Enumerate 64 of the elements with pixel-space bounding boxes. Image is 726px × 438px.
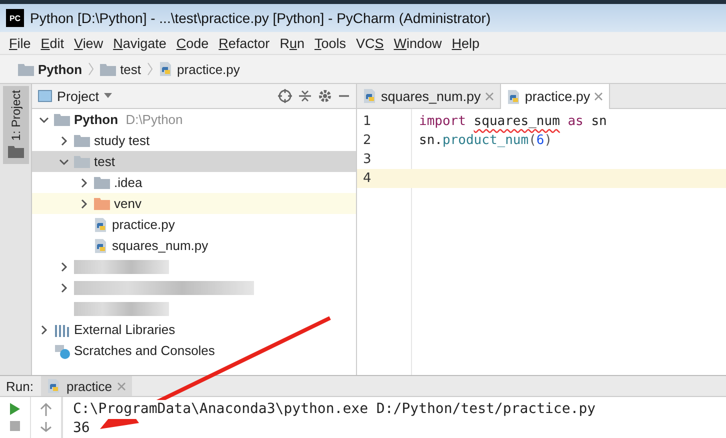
line-number: 1 bbox=[362, 114, 372, 129]
tree-item[interactable]: squares_num.py bbox=[32, 235, 356, 256]
breadcrumb-item[interactable]: practice.py bbox=[159, 61, 240, 77]
project-tool-button[interactable]: 1: Project bbox=[2, 86, 28, 164]
menu-item[interactable]: View bbox=[69, 36, 108, 50]
folder-icon bbox=[8, 144, 24, 158]
python-file-icon bbox=[363, 88, 377, 104]
package-folder-icon bbox=[74, 155, 90, 168]
breadcrumb-item[interactable]: test bbox=[100, 62, 142, 76]
tree-item[interactable]: Python D:\Python bbox=[32, 109, 356, 130]
tree-item[interactable]: External Libraries bbox=[32, 319, 356, 340]
python-file-icon bbox=[94, 238, 108, 254]
locate-icon[interactable] bbox=[278, 89, 292, 103]
menu-item[interactable]: Code bbox=[171, 36, 214, 50]
down-arrow-icon[interactable] bbox=[40, 422, 52, 432]
python-file-icon bbox=[506, 88, 521, 104]
menu-item[interactable]: Window bbox=[388, 36, 447, 50]
breadcrumb-item[interactable]: Python bbox=[18, 62, 82, 76]
folder-icon bbox=[54, 113, 70, 126]
dropdown-caret-icon[interactable] bbox=[104, 93, 112, 99]
folder-icon bbox=[74, 134, 90, 147]
up-arrow-icon[interactable] bbox=[40, 403, 52, 416]
tree-item[interactable]: Scratches and Consoles bbox=[32, 340, 356, 361]
menu-item[interactable]: Tools bbox=[309, 36, 351, 50]
tree-item[interactable]: venv bbox=[32, 193, 356, 214]
breadcrumb-separator-icon bbox=[88, 62, 94, 76]
python-file-icon bbox=[159, 61, 174, 77]
folder-icon bbox=[94, 176, 110, 189]
tree-item[interactable]: study test bbox=[32, 130, 356, 151]
close-icon[interactable] bbox=[594, 92, 604, 101]
scratches-icon bbox=[54, 342, 70, 358]
menu-item[interactable]: Help bbox=[446, 36, 485, 50]
app-logo: PC bbox=[6, 9, 24, 27]
excluded-folder-icon bbox=[94, 197, 110, 210]
window-icon bbox=[38, 90, 52, 102]
project-view-selector[interactable]: Project bbox=[38, 88, 112, 104]
tree-item[interactable]: practice.py bbox=[32, 214, 356, 235]
code-line: import squares_num as sn bbox=[418, 114, 607, 129]
collapse-all-icon[interactable] bbox=[298, 89, 312, 103]
line-number: 2 bbox=[362, 133, 372, 148]
tree-item[interactable]: test bbox=[32, 151, 356, 172]
folder-icon bbox=[18, 62, 34, 76]
settings-icon[interactable] bbox=[318, 89, 332, 103]
line-number: 3 bbox=[362, 152, 372, 167]
menu-item[interactable]: Run bbox=[274, 36, 310, 50]
breadcrumb-separator-icon bbox=[147, 62, 154, 76]
folder-icon bbox=[100, 62, 116, 76]
menu-item[interactable]: Edit bbox=[36, 36, 70, 50]
run-tab[interactable]: practice bbox=[41, 376, 132, 396]
code-line: sn.product_num(6) bbox=[418, 133, 552, 148]
line-number: 4 bbox=[362, 171, 372, 186]
run-label: Run: bbox=[6, 378, 34, 394]
editor-tab[interactable]: squares_num.py bbox=[357, 84, 501, 108]
library-icon bbox=[54, 322, 70, 336]
menu-item[interactable]: VCS bbox=[350, 36, 389, 50]
tree-item[interactable]: .idea bbox=[32, 172, 356, 193]
python-file-icon bbox=[94, 216, 108, 232]
play-icon[interactable] bbox=[9, 403, 21, 415]
menu-item[interactable]: File bbox=[4, 36, 36, 50]
window-title: Python [D:\Python] - ...\test\practice.py [Python] - PyCharm (Administrator) bbox=[30, 10, 491, 26]
menu-item[interactable]: Navigate bbox=[108, 36, 172, 50]
editor-tab[interactable]: practice.py bbox=[500, 84, 610, 109]
python-file-icon bbox=[47, 378, 62, 394]
menu-item[interactable]: Refactor bbox=[214, 36, 275, 50]
